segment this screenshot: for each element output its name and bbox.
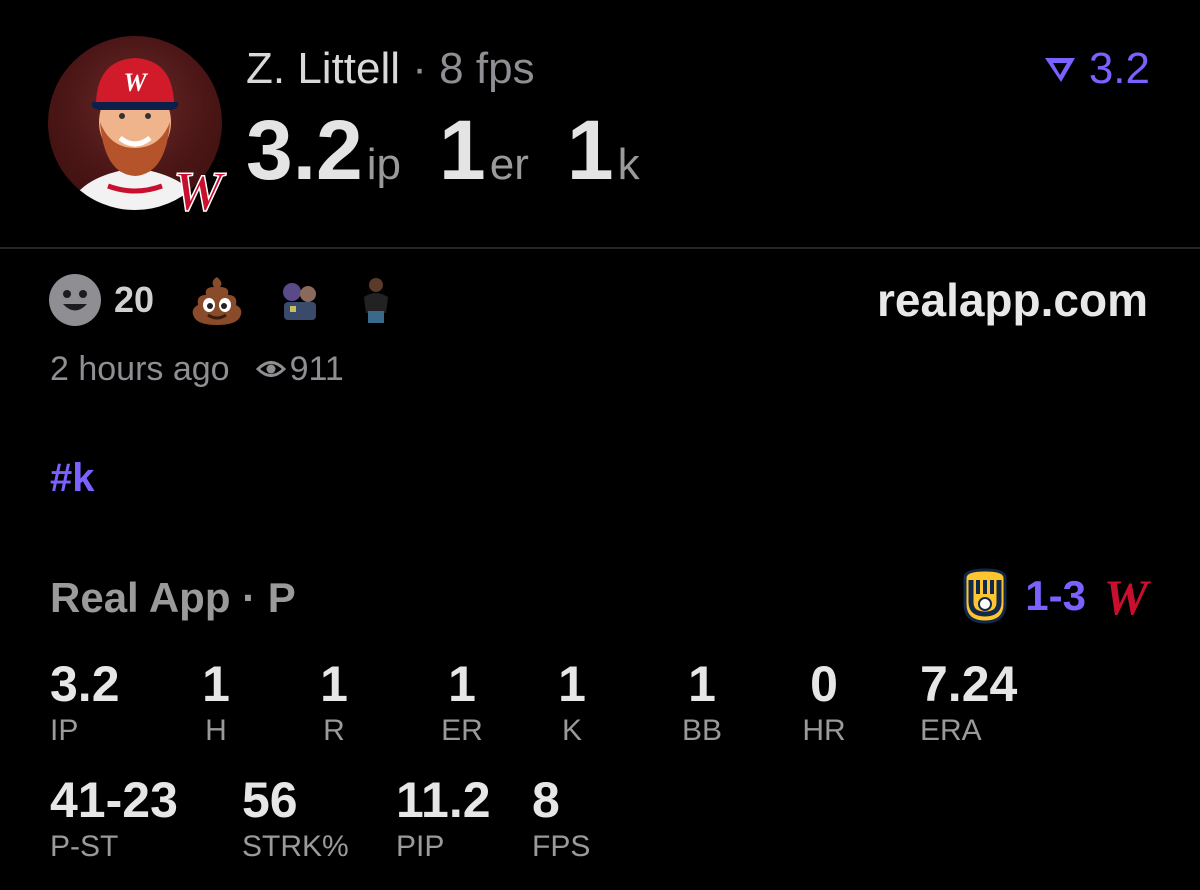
boxscore-title: Real App · P xyxy=(50,574,296,621)
stat-label: BB xyxy=(681,714,723,747)
score-value: 1-3 xyxy=(1025,572,1086,619)
eye-icon xyxy=(255,361,286,377)
stat-pip: 11.2 PIP xyxy=(396,772,491,864)
er-value: 1 xyxy=(439,103,486,197)
nationals-logo-icon: W xyxy=(166,158,230,224)
reactions-row: 20 xyxy=(48,272,426,328)
hashtag-link[interactable]: #k xyxy=(50,456,95,501)
stat-label: PIP xyxy=(396,830,445,863)
stat-label: R xyxy=(323,714,345,747)
stat-value: 8 xyxy=(532,772,560,828)
statline: 3.2 ip 1 er 1 k xyxy=(246,104,678,196)
stat-label: H xyxy=(205,714,227,747)
stat-value: 1 xyxy=(448,656,476,712)
stat-fps: 8 FPS xyxy=(532,772,590,864)
svg-text:W: W xyxy=(1104,569,1152,624)
ip-value: 3.2 xyxy=(246,103,363,197)
ip-unit: ip xyxy=(366,140,402,189)
player-name[interactable]: Z. Littell xyxy=(246,44,400,93)
stat-h: 1 H xyxy=(176,656,256,748)
separator: · xyxy=(412,44,427,93)
post-meta: 2 hours ago 911 xyxy=(50,348,344,390)
stat-value: 3.2 xyxy=(50,656,120,712)
stat-r: 1 R xyxy=(294,656,374,748)
stat-value: 0 xyxy=(810,656,838,712)
stat-label: ER xyxy=(441,714,483,747)
sticker-person-icon[interactable] xyxy=(356,275,396,325)
nationals-logo-icon: W xyxy=(1104,569,1152,624)
divider xyxy=(0,247,1200,249)
rating-value: 3.2 xyxy=(1088,44,1150,93)
stat-value: 41-23 xyxy=(50,772,178,828)
reaction-count[interactable]: 20 xyxy=(114,279,154,321)
rating-badge[interactable]: 3.2 xyxy=(1043,44,1150,94)
view-count: 911 xyxy=(289,349,344,388)
game-score[interactable]: 1-3 W xyxy=(959,568,1152,624)
svg-text:W: W xyxy=(173,161,227,222)
sticker-image-icon[interactable] xyxy=(274,276,327,324)
svg-text:W: W xyxy=(123,68,148,97)
real-logo-icon xyxy=(1044,58,1075,82)
stat-p-st: 41-23 P-ST xyxy=(50,772,178,864)
timestamp: 2 hours ago xyxy=(50,349,230,388)
stat-strk-pct: 56 STRK% xyxy=(242,772,349,864)
site-link[interactable]: realapp.com xyxy=(877,272,1148,328)
stat-value: 1 xyxy=(558,656,586,712)
stat-label: P-ST xyxy=(50,830,119,863)
stat-value: 7.24 xyxy=(920,656,1018,712)
stat-bb: 1 BB xyxy=(662,656,742,748)
k-unit: k xyxy=(617,140,640,189)
player-title: Z. Littell · 8 fps xyxy=(246,44,535,94)
stat-er: 1 ER xyxy=(422,656,502,748)
brewers-logo-icon xyxy=(963,568,1007,624)
stat-value: 56 xyxy=(242,772,298,828)
stat-label: STRK% xyxy=(242,830,349,863)
stat-value: 11.2 xyxy=(396,772,491,828)
stat-label: K xyxy=(561,714,582,747)
stat-hr: 0 HR xyxy=(784,656,864,748)
stat-label: FPS xyxy=(532,830,591,863)
k-value: 1 xyxy=(566,103,614,197)
stat-value: 1 xyxy=(688,656,716,712)
stat-label: HR xyxy=(802,714,846,747)
stat-value: 1 xyxy=(202,656,230,712)
stat-era: 7.24 ERA xyxy=(920,656,1017,748)
stat-value: 1 xyxy=(320,656,348,712)
smiley-icon[interactable] xyxy=(48,273,102,327)
er-unit: er xyxy=(489,140,529,189)
stat-label: IP xyxy=(50,714,79,747)
fps-label: 8 fps xyxy=(439,44,535,93)
poop-emoji-icon[interactable] xyxy=(190,275,244,325)
stat-label: ERA xyxy=(920,714,982,747)
stat-k: 1 K xyxy=(532,656,612,748)
stat-ip: 3.2 IP xyxy=(50,656,120,748)
